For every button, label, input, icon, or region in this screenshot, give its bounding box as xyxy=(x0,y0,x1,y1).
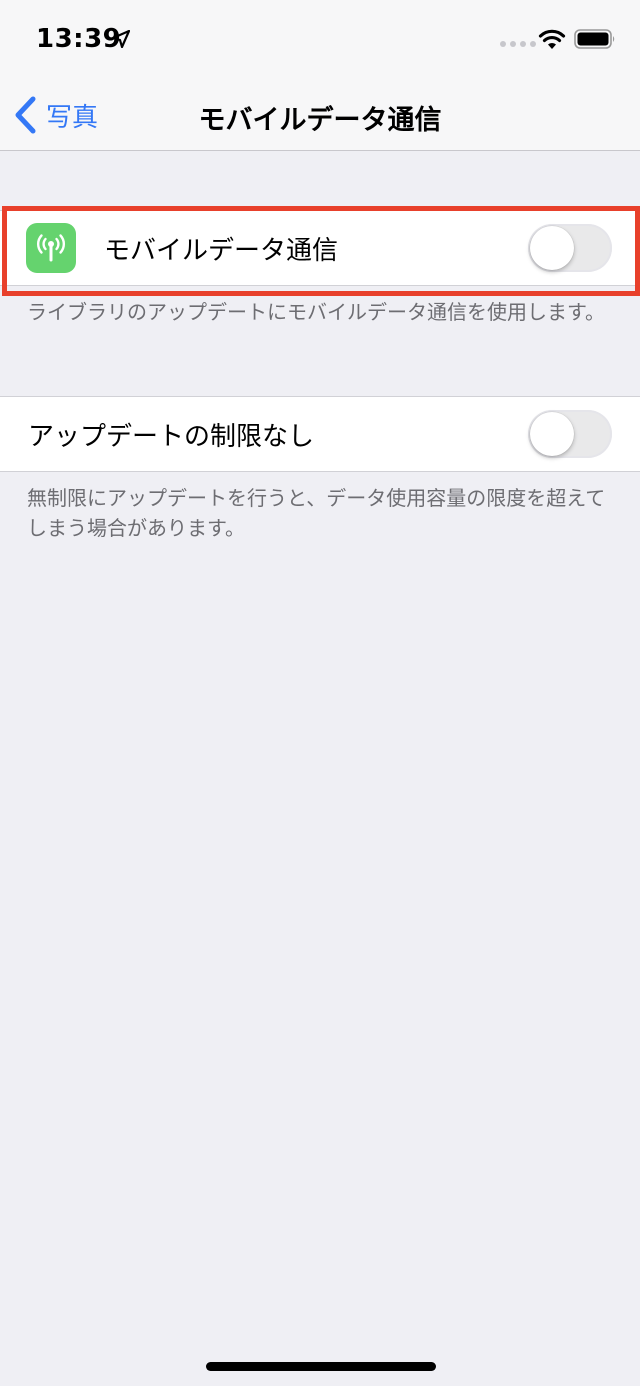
location-arrow-icon xyxy=(112,30,130,48)
mobile-data-footer: ライブラリのアップデートにモバイルデータ通信を使用します。 xyxy=(27,300,605,324)
toggle-knob xyxy=(530,226,574,270)
antenna-icon xyxy=(26,223,76,273)
mobile-data-row: モバイルデータ通信 xyxy=(0,211,640,285)
navigation-bar: 写真 モバイルデータ通信 xyxy=(0,80,640,151)
page-title: モバイルデータ通信 xyxy=(198,105,442,136)
status-bar: 13:39 xyxy=(0,0,640,80)
status-time: 13:39 xyxy=(36,24,122,54)
unlimited-updates-footer: 無制限にアップデートを行うと、データ使用容量の限度を超えてしまう場合があります。 xyxy=(27,486,606,540)
toggle-knob xyxy=(530,412,574,456)
home-indicator[interactable] xyxy=(206,1362,436,1371)
mobile-data-toggle[interactable] xyxy=(528,224,612,272)
mobile-data-group: モバイルデータ通信 xyxy=(0,210,640,286)
unlimited-updates-label: アップデートの制限なし xyxy=(28,421,315,452)
cellular-signal-icon xyxy=(500,41,536,47)
unlimited-updates-group: アップデートの制限なし xyxy=(0,396,640,472)
mobile-data-label: モバイルデータ通信 xyxy=(104,235,339,266)
unlimited-updates-row: アップデートの制限なし xyxy=(0,397,640,471)
battery-icon xyxy=(574,29,615,49)
unlimited-updates-toggle[interactable] xyxy=(528,410,612,458)
wifi-icon xyxy=(538,29,566,49)
